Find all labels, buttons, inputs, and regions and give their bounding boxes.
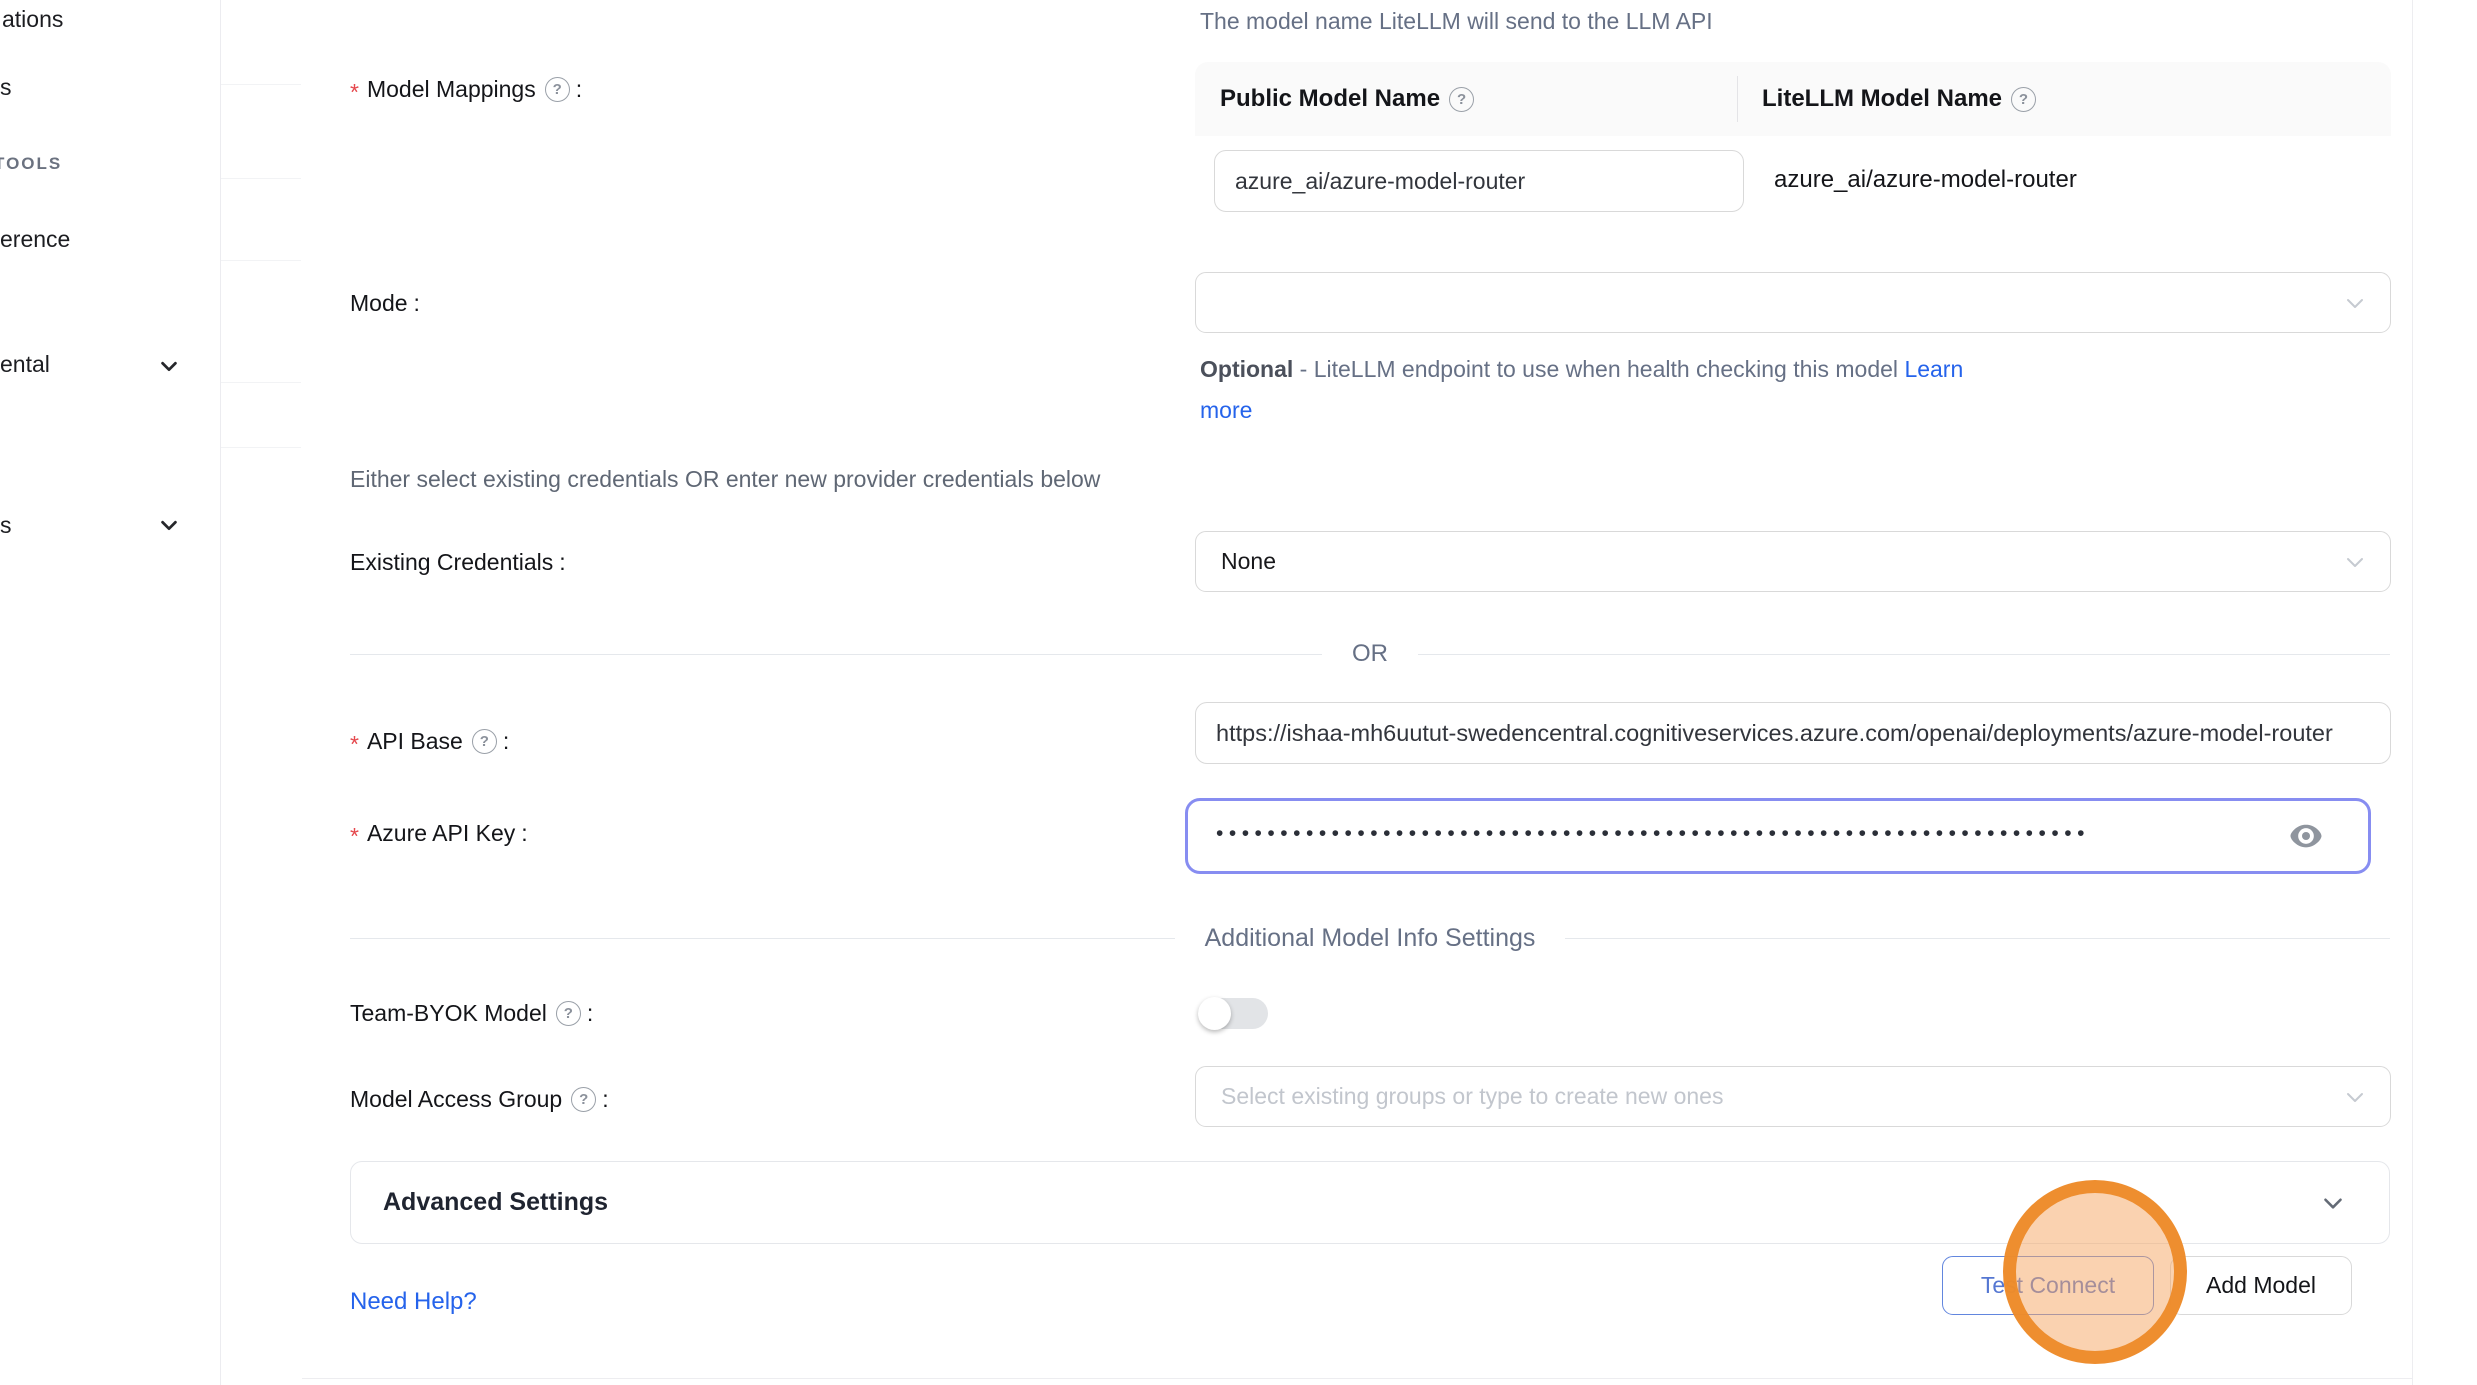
need-help-link[interactable]: Need Help? bbox=[350, 1288, 477, 1316]
sidebar-item[interactable]: ental bbox=[0, 351, 50, 378]
sidebar-item[interactable]: s bbox=[0, 74, 12, 101]
optional-text: - LiteLLM endpoint to use when health ch… bbox=[1293, 356, 1904, 382]
divider bbox=[221, 260, 301, 261]
table-row: azure_ai/azure-model-router bbox=[1195, 136, 2391, 232]
sidebar-border bbox=[220, 0, 221, 1385]
help-icon[interactable]: ? bbox=[2011, 87, 2036, 112]
help-icon[interactable]: ? bbox=[556, 1001, 581, 1026]
chevron-down-icon bbox=[2342, 549, 2368, 575]
mode-help-text: Optional - LiteLLM endpoint to use when … bbox=[1200, 349, 2015, 431]
help-icon[interactable]: ? bbox=[472, 729, 497, 754]
chevron-down-icon bbox=[2342, 290, 2368, 316]
label-text: Mode bbox=[350, 290, 408, 317]
model-access-group-select[interactable]: Select existing groups or type to create… bbox=[1195, 1066, 2391, 1127]
model-name-hint: The model name LiteLLM will send to the … bbox=[1200, 8, 1713, 35]
mode-select[interactable] bbox=[1195, 272, 2391, 333]
table-header: Public Model Name ? LiteLLM Model Name ? bbox=[1195, 62, 2391, 136]
api-base-label: * API Base ? : bbox=[350, 728, 509, 755]
content-right-border bbox=[2412, 0, 2413, 1385]
required-asterisk: * bbox=[350, 733, 359, 756]
api-base-input[interactable] bbox=[1195, 702, 2391, 764]
existing-credentials-select[interactable]: None bbox=[1195, 531, 2391, 592]
masked-password-dots: ••••••••••••••••••••••••••••••••••••••••… bbox=[1188, 822, 2228, 846]
select-value: None bbox=[1221, 548, 1276, 575]
column-header-text: LiteLLM Model Name bbox=[1762, 85, 2002, 113]
sidebar-item[interactable]: ations bbox=[2, 6, 63, 33]
sidebar-item[interactable]: erence bbox=[0, 226, 70, 253]
label-colon: : bbox=[587, 1000, 593, 1027]
help-icon[interactable]: ? bbox=[571, 1087, 596, 1112]
sidebar-section-label: TOOLS bbox=[0, 154, 62, 174]
divider-text: Additional Model Info Settings bbox=[1205, 924, 1536, 953]
chevron-down-icon bbox=[2342, 1084, 2368, 1110]
divider bbox=[221, 447, 301, 448]
label-colon: : bbox=[503, 728, 509, 755]
label-colon: : bbox=[414, 290, 420, 317]
azure-api-key-input[interactable]: ••••••••••••••••••••••••••••••••••••••••… bbox=[1185, 798, 2371, 874]
select-placeholder: Select existing groups or type to create… bbox=[1221, 1083, 1723, 1110]
toggle-knob bbox=[1198, 997, 1231, 1030]
column-separator bbox=[1737, 76, 1738, 122]
help-icon[interactable]: ? bbox=[1449, 87, 1474, 112]
label-text: Existing Credentials bbox=[350, 549, 553, 576]
column-header-litellm-model-name: LiteLLM Model Name ? bbox=[1737, 85, 2036, 113]
label-colon: : bbox=[521, 820, 527, 847]
model-mappings-table: Public Model Name ? LiteLLM Model Name ?… bbox=[1195, 62, 2391, 232]
existing-credentials-label: Existing Credentials : bbox=[350, 549, 566, 576]
column-header-public-model-name: Public Model Name ? bbox=[1195, 85, 1737, 113]
azure-api-key-label: * Azure API Key : bbox=[350, 820, 528, 847]
divider-text: OR bbox=[1352, 640, 1388, 668]
help-icon[interactable]: ? bbox=[545, 77, 570, 102]
advanced-settings-toggle[interactable]: Advanced Settings bbox=[350, 1161, 2390, 1244]
model-access-group-label: Model Access Group ? : bbox=[350, 1086, 609, 1113]
modal-bottom-border bbox=[302, 1378, 2412, 1379]
divider bbox=[221, 178, 301, 179]
label-colon: : bbox=[602, 1086, 608, 1113]
add-model-page: ations s TOOLS erence ental s The model … bbox=[0, 0, 2477, 1385]
team-byok-label: Team-BYOK Model ? : bbox=[350, 1000, 593, 1027]
eye-icon[interactable] bbox=[2286, 816, 2326, 856]
divider-line bbox=[350, 938, 1175, 939]
divider-line bbox=[1565, 938, 2390, 939]
label-text: Team-BYOK Model bbox=[350, 1000, 547, 1027]
mode-label: Mode : bbox=[350, 290, 420, 317]
or-divider: OR bbox=[350, 640, 2390, 668]
label-text: Model Mappings bbox=[367, 76, 536, 103]
sidebar-item[interactable]: s bbox=[0, 512, 12, 539]
label-colon: : bbox=[576, 76, 582, 103]
divider-line bbox=[1418, 654, 2390, 655]
column-header-text: Public Model Name bbox=[1220, 85, 1440, 113]
label-colon: : bbox=[559, 549, 565, 576]
label-text: Model Access Group bbox=[350, 1086, 562, 1113]
advanced-settings-title: Advanced Settings bbox=[383, 1188, 608, 1217]
divider bbox=[221, 382, 301, 383]
test-connect-button[interactable]: Test Connect bbox=[1942, 1256, 2154, 1315]
label-text: API Base bbox=[367, 728, 463, 755]
litellm-model-name-value: azure_ai/azure-model-router bbox=[1774, 166, 2077, 194]
divider-line bbox=[350, 654, 1322, 655]
chevron-down-icon[interactable] bbox=[158, 514, 180, 536]
public-model-name-input[interactable] bbox=[1214, 150, 1744, 212]
add-model-button[interactable]: Add Model bbox=[2170, 1256, 2352, 1315]
optional-bold: Optional bbox=[1200, 356, 1293, 382]
model-mappings-label: * Model Mappings ? : bbox=[350, 76, 582, 103]
divider bbox=[221, 84, 301, 85]
label-text: Azure API Key bbox=[367, 820, 515, 847]
credentials-note: Either select existing credentials OR en… bbox=[350, 466, 1100, 493]
chevron-down-icon bbox=[2319, 1189, 2347, 1217]
required-asterisk: * bbox=[350, 825, 359, 848]
team-byok-toggle[interactable] bbox=[1198, 998, 1268, 1029]
additional-info-divider: Additional Model Info Settings bbox=[350, 924, 2390, 953]
chevron-down-icon[interactable] bbox=[158, 355, 180, 377]
required-asterisk: * bbox=[350, 81, 359, 104]
